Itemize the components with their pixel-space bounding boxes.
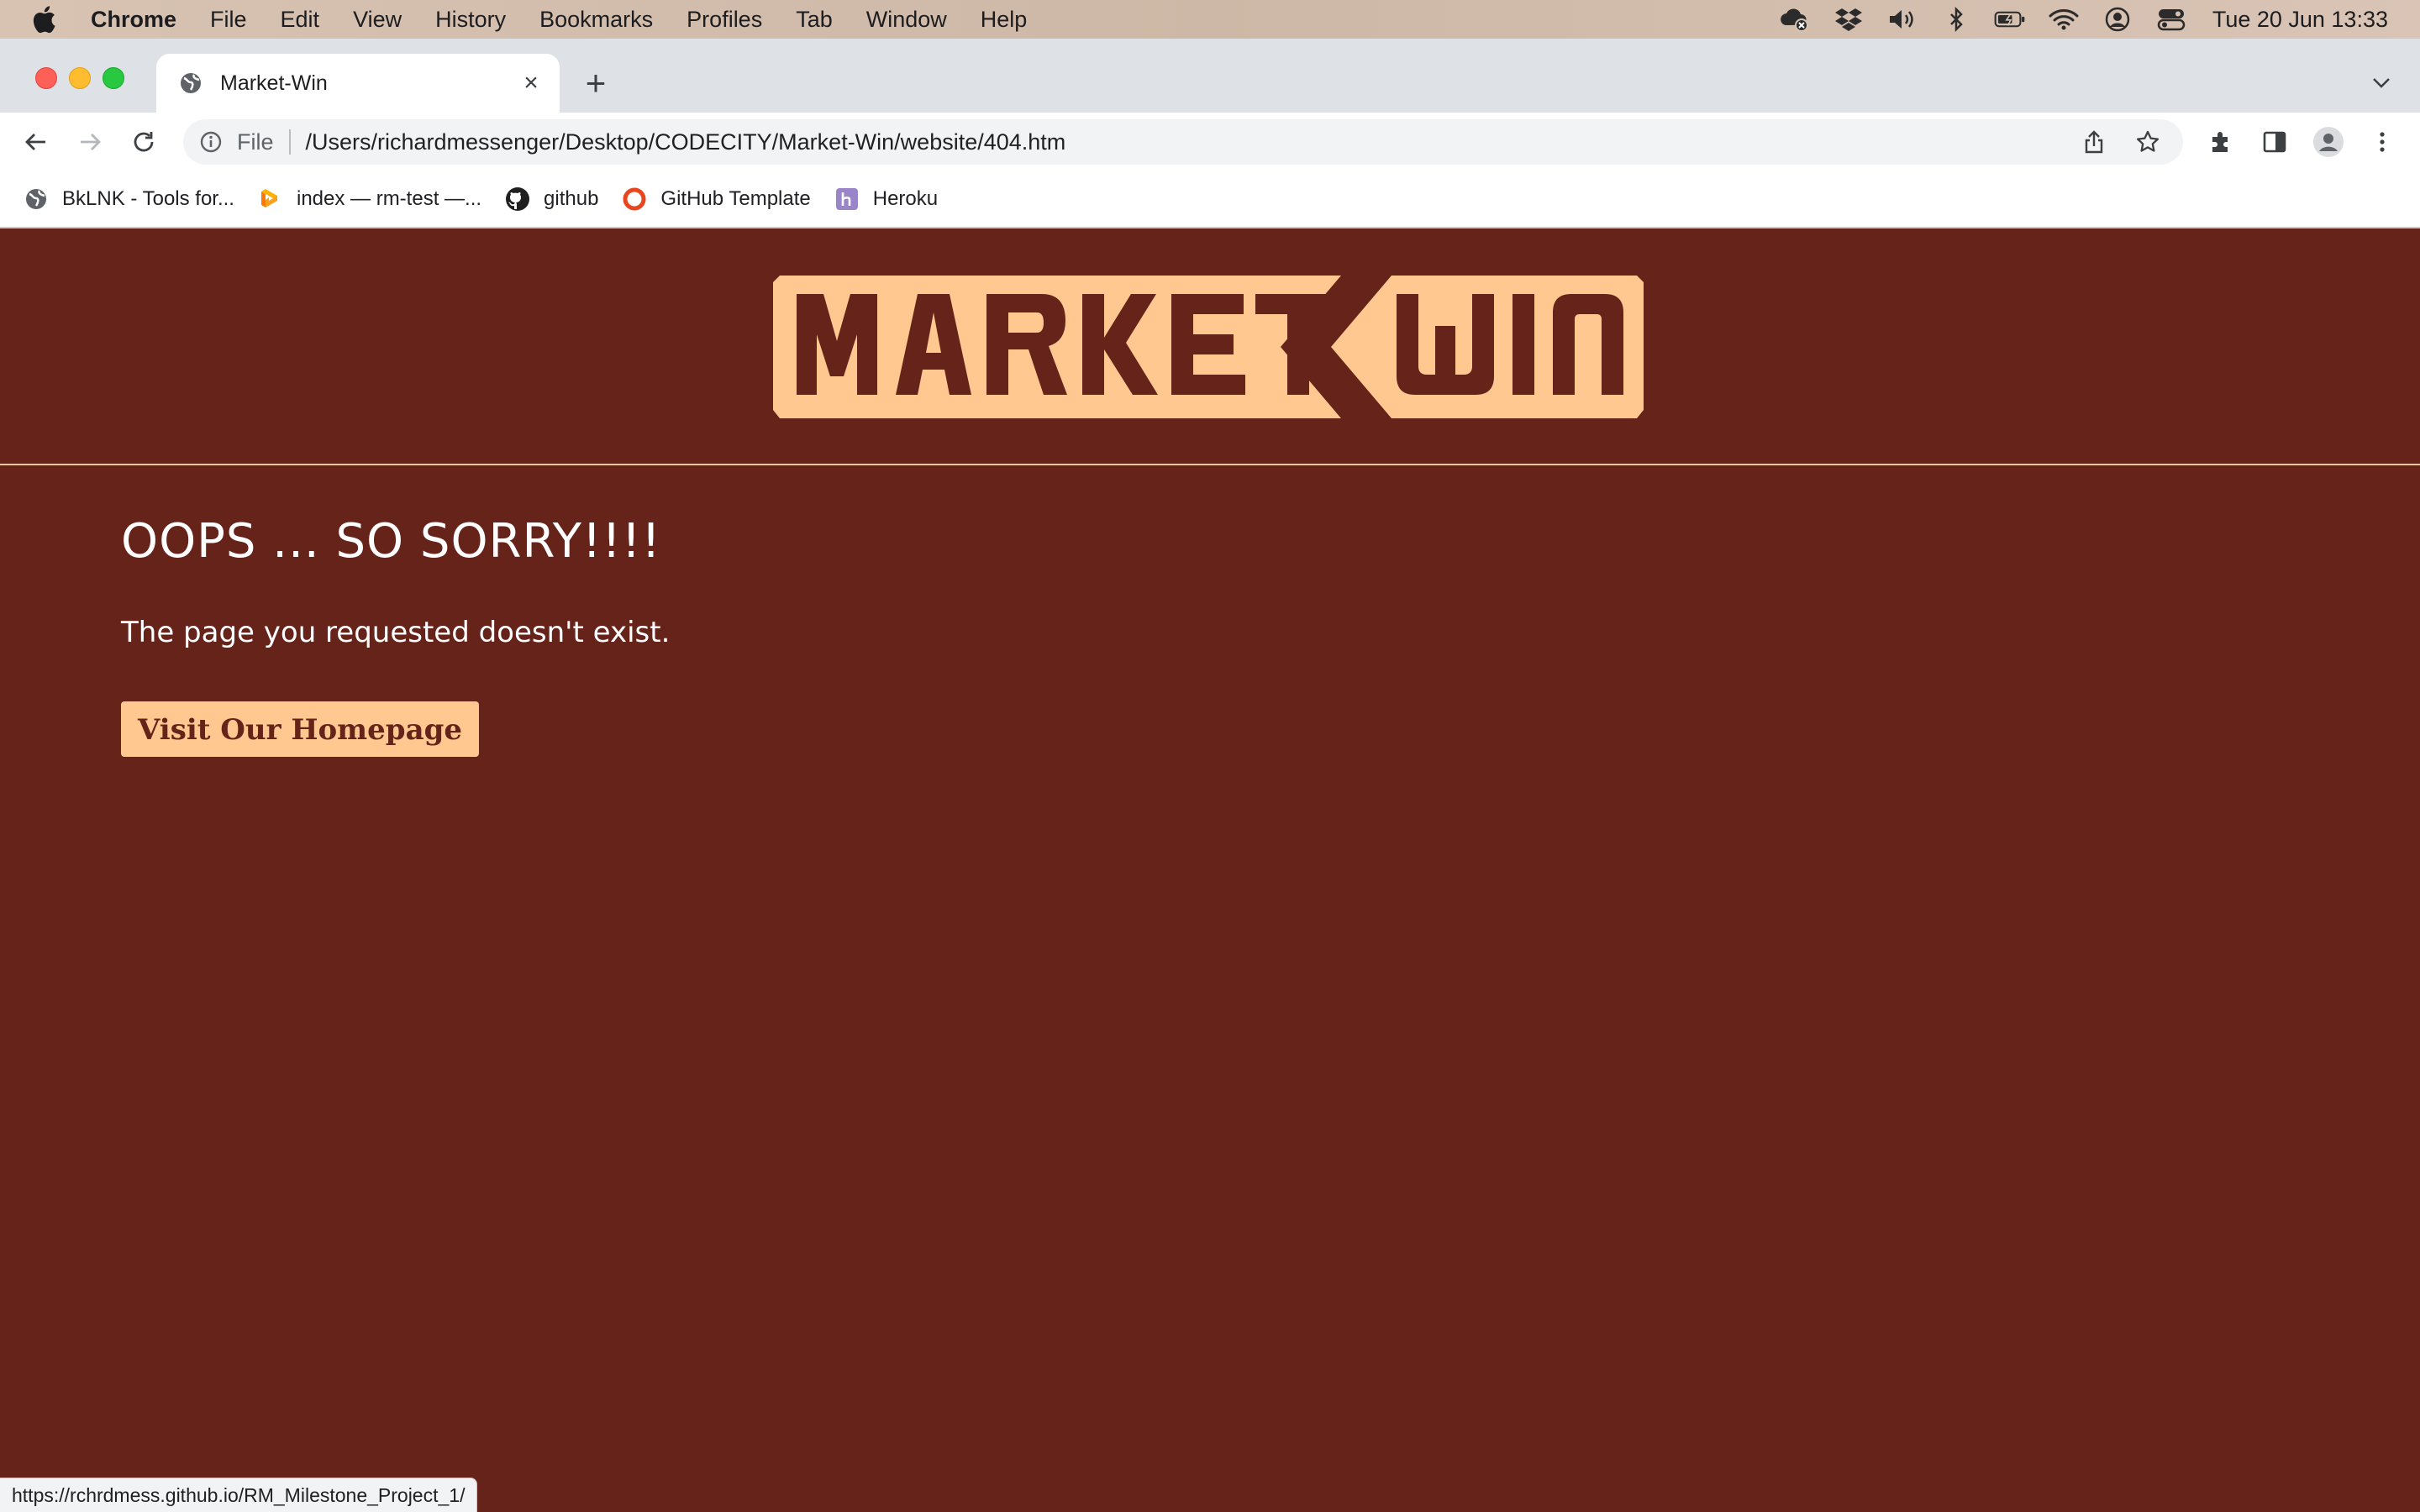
bookmark-index-rm-test[interactable]: index — rm-test —... bbox=[258, 186, 481, 212]
menu-file[interactable]: File bbox=[210, 7, 247, 33]
forward-arrow-icon[interactable] bbox=[71, 123, 109, 161]
address-bar[interactable]: File /Users/richardmessenger/Desktop/COD… bbox=[183, 119, 2183, 165]
page-title: OOPS ... SO SORRY!!!! bbox=[121, 514, 661, 569]
url-text[interactable]: /Users/richardmessenger/Desktop/CODECITY… bbox=[306, 129, 2075, 155]
wifi-icon[interactable] bbox=[2048, 7, 2080, 32]
error-content: OOPS ... SO SORRY!!!! The page you reque… bbox=[121, 514, 670, 757]
menu-tab[interactable]: Tab bbox=[796, 7, 833, 33]
bookmark-star-icon[interactable] bbox=[2129, 123, 2166, 160]
browser-toolbar: File /Users/richardmessenger/Desktop/COD… bbox=[0, 113, 2420, 171]
menu-history[interactable]: History bbox=[435, 7, 506, 33]
bookmark-heroku[interactable]: Heroku bbox=[834, 186, 938, 212]
chrome-menu-kebab-icon[interactable] bbox=[2363, 123, 2402, 161]
menu-app-chrome[interactable]: Chrome bbox=[91, 7, 176, 33]
globe-icon bbox=[178, 71, 203, 96]
bookmark-label: Heroku bbox=[872, 187, 939, 210]
bookmark-label: github bbox=[544, 187, 599, 210]
menu-help[interactable]: Help bbox=[981, 7, 1028, 33]
error-message: The page you requested doesn't exist. bbox=[121, 616, 671, 649]
address-separator bbox=[288, 129, 291, 155]
tab-search-chevron-icon[interactable] bbox=[2365, 66, 2398, 99]
menu-bookmarks[interactable]: Bookmarks bbox=[539, 7, 653, 33]
battery-icon[interactable] bbox=[1994, 7, 2026, 32]
g-logo-icon bbox=[258, 186, 283, 212]
extensions-puzzle-icon[interactable] bbox=[2202, 123, 2240, 161]
menu-bar-clock[interactable]: Tue 20 Jun 13:33 bbox=[2212, 7, 2388, 33]
site-info-icon[interactable] bbox=[198, 129, 224, 155]
side-panel-icon[interactable] bbox=[2255, 123, 2294, 161]
ring-icon bbox=[622, 186, 647, 212]
menu-profiles[interactable]: Profiles bbox=[687, 7, 762, 33]
link-status-bubble: https://rchrdmess.github.io/RM_Milestone… bbox=[0, 1478, 478, 1512]
browser-tab-active[interactable]: Market-Win × bbox=[156, 54, 560, 113]
dropbox-icon[interactable] bbox=[1833, 7, 1865, 32]
bookmark-bklnk[interactable]: BkLNK - Tools for... bbox=[24, 186, 234, 212]
reload-icon[interactable] bbox=[124, 123, 163, 161]
site-header bbox=[0, 228, 2420, 465]
control-center-icon[interactable] bbox=[2155, 7, 2187, 32]
tab-close-icon[interactable]: × bbox=[514, 66, 548, 100]
window-fullscreen-button[interactable] bbox=[103, 67, 124, 89]
share-icon[interactable] bbox=[2075, 123, 2112, 160]
volume-icon[interactable] bbox=[1886, 7, 1918, 32]
bookmark-github[interactable]: github bbox=[505, 186, 598, 212]
bookmark-github-template[interactable]: GitHub Template bbox=[622, 186, 811, 212]
bookmark-label: index — rm-test —... bbox=[296, 187, 482, 210]
macos-menu-bar: Chrome File Edit View History Bookmarks … bbox=[0, 0, 2420, 39]
page-viewport: OOPS ... SO SORRY!!!! The page you reque… bbox=[0, 228, 2420, 1512]
bookmark-label: BkLNK - Tools for... bbox=[62, 187, 234, 210]
heroku-icon bbox=[834, 186, 860, 212]
bookmark-label: GitHub Template bbox=[660, 187, 811, 210]
back-arrow-icon[interactable] bbox=[17, 123, 55, 161]
window-close-button[interactable] bbox=[35, 67, 57, 89]
user-account-icon[interactable] bbox=[2102, 7, 2133, 32]
market-win-logo[interactable] bbox=[773, 276, 1647, 418]
menu-edit[interactable]: Edit bbox=[281, 7, 320, 33]
browser-tab-strip: Market-Win × + bbox=[0, 39, 2420, 113]
url-scheme-label: File bbox=[237, 129, 274, 155]
github-icon bbox=[505, 186, 530, 212]
menu-view[interactable]: View bbox=[353, 7, 402, 33]
creative-cloud-icon[interactable] bbox=[1779, 7, 1811, 32]
globe-icon bbox=[24, 186, 49, 212]
tab-title: Market-Win bbox=[220, 71, 328, 95]
bookmarks-bar: BkLNK - Tools for... index — rm-test —..… bbox=[0, 171, 2420, 227]
menu-window[interactable]: Window bbox=[866, 7, 947, 33]
profile-avatar-icon[interactable] bbox=[2309, 123, 2348, 161]
new-tab-button[interactable]: + bbox=[576, 63, 615, 102]
visit-homepage-button[interactable]: Visit Our Homepage bbox=[121, 701, 480, 757]
bluetooth-icon[interactable] bbox=[1940, 7, 1972, 32]
menu-bar-status-area: Tue 20 Jun 13:33 bbox=[1757, 0, 2388, 39]
window-minimize-button[interactable] bbox=[69, 67, 91, 89]
apple-menu-icon[interactable] bbox=[30, 4, 57, 34]
